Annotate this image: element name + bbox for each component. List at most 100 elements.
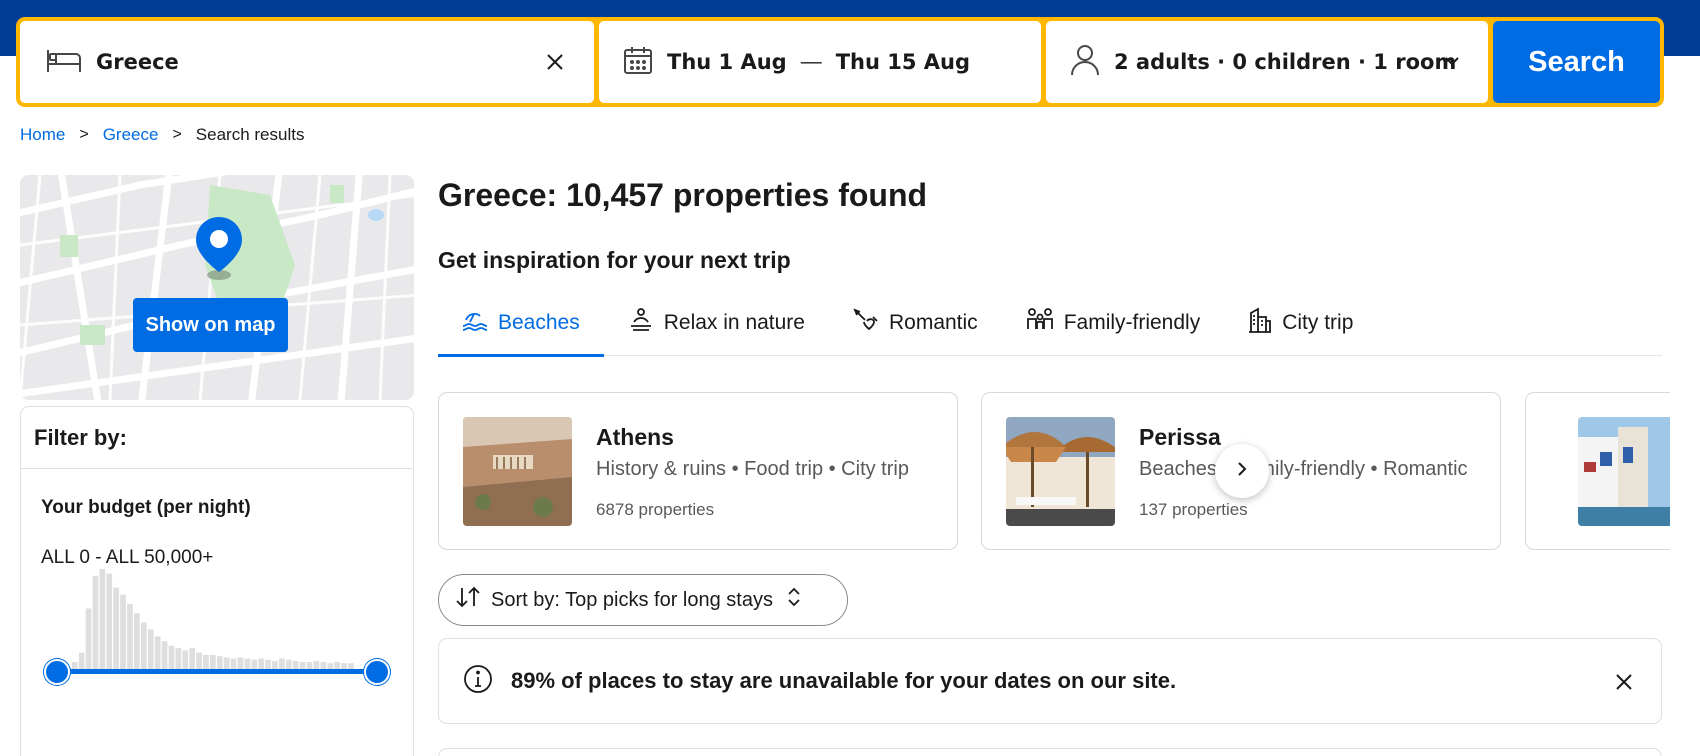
filter-heading: Filter by: <box>21 407 413 469</box>
date-separator: — <box>800 50 822 73</box>
histogram-bar <box>272 660 278 669</box>
histogram-bar <box>237 657 244 669</box>
tab-label: Beaches <box>498 311 580 334</box>
breadcrumb: Home > Greece > Search results <box>20 125 304 145</box>
histogram-bar <box>182 650 189 669</box>
tab-label: City trip <box>1282 311 1354 334</box>
histogram-bar <box>210 655 216 669</box>
search-bar: Greece Thu 1 Aug — Thu 15 Aug 2 adults ·… <box>16 17 1664 107</box>
destination-tags: Beaches • Family-friendly • Romantic <box>1139 458 1468 480</box>
histogram-bar <box>120 594 126 669</box>
histogram-bar <box>299 662 306 669</box>
beach-icon <box>462 308 488 338</box>
histogram-bar <box>161 641 168 669</box>
property-card-edge <box>438 748 1662 756</box>
tab-family-friendly[interactable]: Family-friendly <box>1002 290 1225 356</box>
inspiration-tabs: Beaches Relax in nature Romantic Family-… <box>438 290 1662 357</box>
histogram-bar <box>196 652 202 669</box>
budget-slider-max-handle[interactable] <box>364 659 390 685</box>
check-out-date: Thu 15 Aug <box>835 50 971 74</box>
histogram-bar <box>85 608 92 669</box>
histogram-bar <box>203 655 209 669</box>
dates-field[interactable]: Thu 1 Aug — Thu 15 Aug <box>599 21 1041 103</box>
histogram-bar <box>334 662 340 669</box>
guests-value: 2 adults · 0 children · 1 room <box>1114 50 1457 74</box>
histogram-bar <box>154 636 161 669</box>
guests-field[interactable]: 2 adults · 0 children · 1 room <box>1046 21 1488 103</box>
map-preview[interactable]: Show on map <box>20 175 414 400</box>
tab-label: Relax in nature <box>663 311 805 334</box>
histogram-bar <box>244 658 251 669</box>
histogram-bar <box>92 576 99 669</box>
breadcrumb-home[interactable]: Home <box>20 125 65 145</box>
tab-relax-in-nature[interactable]: Relax in nature <box>604 290 829 356</box>
destination-count: 137 properties <box>1139 500 1248 519</box>
person-icon <box>1070 44 1100 81</box>
budget-slider-track[interactable] <box>57 669 377 674</box>
sort-dropdown[interactable]: Sort by: Top picks for long stays <box>438 574 848 626</box>
destination-value: Greece <box>96 50 179 74</box>
search-button[interactable]: Search <box>1493 21 1660 103</box>
histogram-bar <box>141 622 147 669</box>
tab-label: Romantic <box>888 311 978 334</box>
breadcrumb-greece[interactable]: Greece <box>103 125 159 145</box>
budget-range: ALL 0 - ALL 50,000+ <box>41 547 214 568</box>
tab-beaches[interactable]: Beaches <box>438 290 604 357</box>
chevron-down-icon[interactable] <box>1442 51 1462 76</box>
histogram-bar <box>292 660 299 669</box>
histogram-bar <box>286 659 292 669</box>
map-graphic <box>20 175 414 400</box>
destination-count: 6878 properties <box>596 500 715 519</box>
histogram-bar <box>320 662 327 669</box>
show-on-map-button[interactable]: Show on map <box>133 298 288 352</box>
destination-name: Athens <box>596 424 674 450</box>
close-icon[interactable] <box>1611 669 1637 695</box>
chevron-up-down-icon <box>787 587 801 613</box>
histogram-bar <box>113 587 119 669</box>
info-icon <box>463 664 493 699</box>
perissa-thumbnail <box>1006 417 1115 526</box>
histogram-bar <box>306 662 313 669</box>
histogram-bar <box>168 645 175 669</box>
filter-panel: Filter by: Your budget (per night) ALL 0… <box>20 406 414 756</box>
inspiration-heading: Get inspiration for your next trip <box>438 247 791 273</box>
page-title: Greece: 10,457 properties found <box>438 177 928 213</box>
histogram-bar <box>223 657 230 669</box>
athens-thumbnail <box>463 417 572 526</box>
city-icon <box>1248 307 1272 339</box>
histogram-bar <box>313 660 320 669</box>
nature-icon <box>628 307 654 339</box>
histogram-bar <box>216 656 223 669</box>
histogram-bar <box>279 658 285 669</box>
histogram-bar <box>71 662 78 669</box>
destination-card-partial[interactable] <box>1525 392 1670 550</box>
histogram-bar <box>134 613 140 669</box>
histogram-bar <box>258 658 264 669</box>
check-in-date: Thu 1 Aug <box>667 50 787 74</box>
histogram-bar <box>106 573 113 669</box>
close-icon[interactable] <box>542 49 568 75</box>
histogram-bar <box>99 569 106 669</box>
carousel-next-button[interactable] <box>1215 444 1269 498</box>
histogram-bar <box>147 629 154 669</box>
sort-label: Sort by: Top picks for long stays <box>491 588 773 611</box>
histogram-bar <box>189 648 195 669</box>
destination-field[interactable]: Greece <box>20 21 594 103</box>
romantic-icon <box>853 307 879 339</box>
bed-icon <box>46 46 82 79</box>
availability-alert: 89% of places to stay are unavailable fo… <box>438 638 1662 724</box>
destination-carousel: Athens History & ruins • Food trip • Cit… <box>438 392 1670 550</box>
destination-card-athens[interactable]: Athens History & ruins • Food trip • Cit… <box>438 392 958 550</box>
breadcrumb-current: Search results <box>195 125 305 144</box>
chevron-right-icon: > <box>172 126 182 143</box>
chevron-right-icon: > <box>79 126 89 143</box>
destination-name: Perissa <box>1139 424 1221 450</box>
budget-slider-min-handle[interactable] <box>44 659 70 685</box>
destination-tags: History & ruins • Food trip • City trip <box>596 458 909 480</box>
histogram-bar <box>230 658 237 669</box>
budget-title: Your budget (per night) <box>41 497 251 518</box>
tab-romantic[interactable]: Romantic <box>829 290 1002 356</box>
partial-thumbnail <box>1578 417 1670 526</box>
alert-text: 89% of places to stay are unavailable fo… <box>511 668 1177 693</box>
tab-city-trip[interactable]: City trip <box>1224 290 1377 356</box>
